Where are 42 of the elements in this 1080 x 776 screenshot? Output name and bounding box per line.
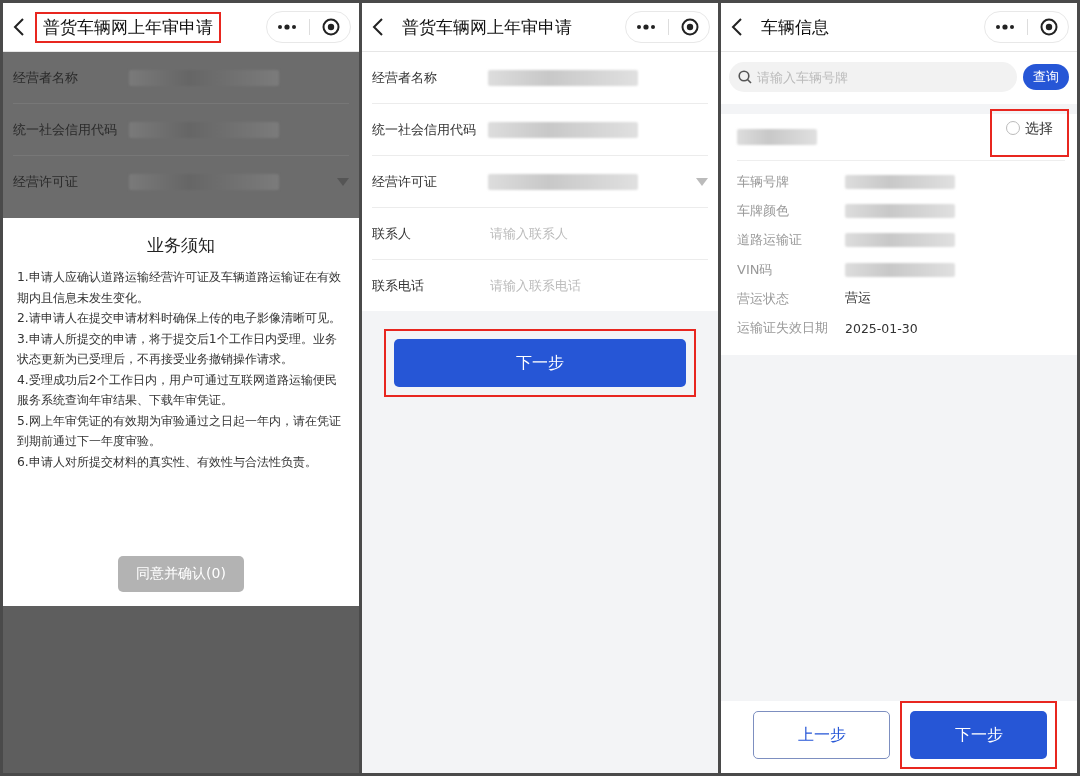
more-icon[interactable]	[636, 24, 656, 30]
text-input[interactable]: 请输入联系人	[488, 225, 708, 242]
notice-item: 4.受理成功后2个工作日内，用户可通过互联网道路运输便民服务系统查询年审结果、下载年审凭证。	[17, 371, 338, 409]
detail-label: VIN码	[737, 260, 774, 279]
search-icon	[738, 70, 752, 84]
detail-label: 运输证失效日期	[737, 319, 829, 338]
field-label: 联系人	[372, 224, 412, 243]
search-button[interactable]: 查询	[1023, 64, 1069, 90]
page-title: 普货车辆网上年审申请	[35, 11, 221, 43]
select-radio[interactable]: 选择	[1002, 117, 1057, 139]
detail-value: 2025-01-30	[845, 320, 918, 336]
target-icon[interactable]	[322, 18, 340, 36]
step-button[interactable]: 上一步	[753, 711, 890, 759]
field-label: 统一社会信用代码	[372, 120, 477, 139]
field-label: 联系电话	[372, 276, 425, 295]
more-icon[interactable]	[277, 24, 297, 30]
detail-label: 车辆号牌	[737, 172, 790, 191]
detail-value: 营运	[845, 290, 871, 308]
back-icon[interactable]	[731, 18, 743, 36]
detail-label: 营运状态	[737, 289, 790, 308]
page-title: 普货车辆网上年审申请	[401, 15, 573, 39]
field-label: 经营者名称	[13, 68, 79, 87]
notice-item: 5.网上年审凭证的有效期为审验通过之日起一年内，请在凭证到期前通过下一年度审验。	[17, 412, 342, 450]
dialog-title: 业务须知	[146, 234, 216, 257]
back-icon[interactable]	[372, 18, 384, 36]
target-icon[interactable]	[1040, 18, 1058, 36]
step-button[interactable]: 下一步	[394, 339, 686, 387]
target-icon[interactable]	[681, 18, 699, 36]
detail-label: 车牌颜色	[737, 201, 790, 220]
text-input[interactable]: 请输入联系电话	[488, 277, 708, 294]
more-icon[interactable]	[995, 24, 1015, 30]
field-label: 经营许可证	[13, 172, 79, 191]
step-button[interactable]: 下一步	[910, 711, 1047, 759]
field-label: 经营者名称	[372, 68, 438, 87]
detail-label: 道路运输证	[737, 231, 803, 250]
field-label: 经营许可证	[372, 172, 438, 191]
notice-item: 3.申请人所提交的申请，将于提交后1个工作日内受理。业务状态更新为已受理后，不再接受业务撤销操作请求。	[17, 330, 338, 368]
notice-item: 1.申请人应确认道路运输经营许可证及车辆道路运输证在有效期内且信息未发生变化。	[17, 269, 342, 307]
notice-item: 2.请申请人在提交申请材料时确保上传的电子影像清晰可见。	[17, 310, 342, 327]
page-title: 车辆信息	[760, 15, 830, 39]
back-icon[interactable]	[13, 18, 25, 36]
notice-item: 6.申请人对所提交材料的真实性、有效性与合法性负责。	[17, 453, 318, 471]
